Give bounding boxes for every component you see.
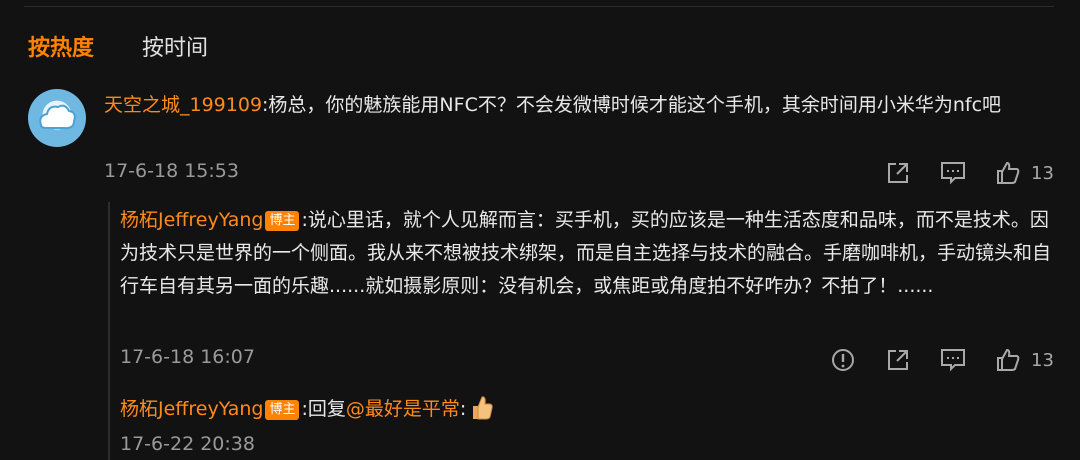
- comment-content: :杨总，你的魅族能用NFC不？不会发微博时候才能这个手机，其余时间用小米华为nf…: [262, 94, 1002, 116]
- like-icon[interactable]: [993, 158, 1023, 188]
- comment-actions: 13: [883, 158, 1054, 188]
- comment-timestamp: 17-6-18 15:53: [104, 160, 239, 182]
- author-badge: 博主: [265, 211, 300, 231]
- comment-username[interactable]: 天空之城_199109: [104, 94, 262, 116]
- cloud-avatar-icon: [39, 104, 76, 130]
- mention-link[interactable]: @最好是平常: [346, 398, 460, 420]
- reply-actions: 13: [828, 345, 1054, 375]
- report-icon[interactable]: [828, 345, 858, 375]
- share-icon[interactable]: [883, 345, 913, 375]
- like-icon[interactable]: [993, 345, 1023, 375]
- reply-thread-line: [108, 202, 110, 460]
- comment-text: 天空之城_199109:杨总，你的魅族能用NFC不？不会发微博时候才能这个手机，…: [104, 89, 1054, 122]
- reply-username[interactable]: 杨柘JeffreyYang: [120, 209, 263, 231]
- comment-icon[interactable]: [938, 345, 968, 375]
- tab-sort-time[interactable]: 按时间: [142, 30, 208, 62]
- share-icon[interactable]: [883, 158, 913, 188]
- tab-sort-hot[interactable]: 按热度: [28, 30, 94, 62]
- reply-suffix: :: [459, 398, 467, 420]
- like-count: 13: [1031, 349, 1054, 371]
- reply-text: 杨柘JeffreyYang 博主:说心里话，就个人见解而言：买手机，买的应该是一种…: [120, 204, 1060, 303]
- like-count: 13: [1031, 162, 1054, 184]
- reply-text: 杨柘JeffreyYang 博主:回复@最好是平常:: [120, 393, 1060, 426]
- avatar[interactable]: [28, 89, 86, 147]
- thumbs-up-emoji-icon: [468, 393, 494, 421]
- comment-icon[interactable]: [938, 158, 968, 188]
- reply-username[interactable]: 杨柘JeffreyYang: [120, 398, 263, 420]
- reply-timestamp: 17-6-22 20:38: [120, 433, 255, 455]
- reply-prefix: :回复: [301, 398, 346, 420]
- divider: [24, 6, 1054, 7]
- author-badge: 博主: [265, 400, 300, 420]
- reply-timestamp: 17-6-18 16:07: [120, 346, 255, 368]
- sort-tabs: 按热度 按时间: [28, 30, 208, 62]
